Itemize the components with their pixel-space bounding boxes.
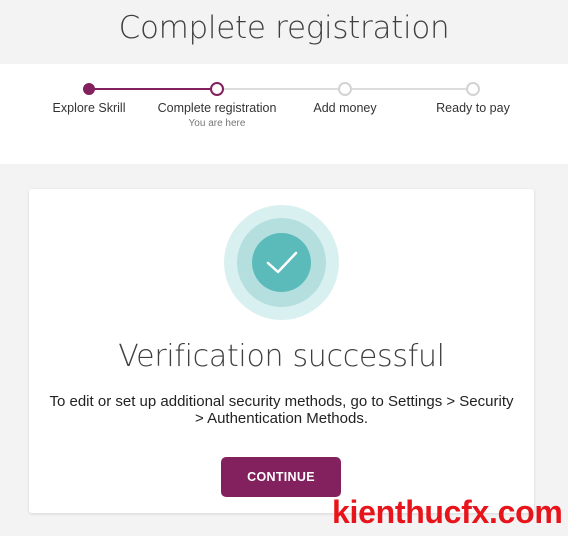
step-dot-ready-to-pay bbox=[466, 82, 480, 96]
watermark-text: kienthucfx.com bbox=[332, 494, 563, 530]
stepper-progress-line bbox=[89, 88, 217, 90]
step-label-add-money: Add money bbox=[313, 101, 377, 115]
checkmark-icon bbox=[252, 233, 311, 292]
step-current-indicator: You are here bbox=[188, 118, 246, 129]
step-dot-explore-skrill bbox=[83, 83, 95, 95]
success-badge-ring bbox=[237, 218, 326, 307]
registration-stepper: Explore Skrill Complete registration You… bbox=[0, 64, 568, 164]
verification-title: Verification successful bbox=[118, 339, 445, 374]
continue-button[interactable]: CONTINUE bbox=[221, 457, 341, 497]
step-dot-complete-registration bbox=[210, 82, 224, 96]
step-label-complete-registration-text: Complete registration bbox=[157, 101, 277, 115]
step-label-explore-skrill: Explore Skrill bbox=[52, 101, 126, 115]
success-badge bbox=[224, 205, 339, 320]
page-title: Complete registration bbox=[118, 10, 450, 46]
step-dot-add-money bbox=[338, 82, 352, 96]
step-label-complete-registration: Complete registration You are here bbox=[152, 100, 282, 130]
verification-message: To edit or set up additional security me… bbox=[49, 393, 514, 427]
verification-card: Verification successful To edit or set u… bbox=[29, 189, 534, 513]
step-label-ready-to-pay: Ready to pay bbox=[436, 101, 510, 115]
